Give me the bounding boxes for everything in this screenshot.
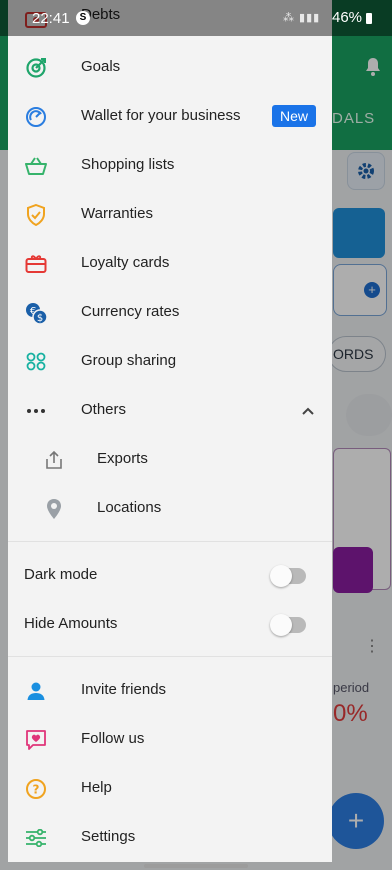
svg-text:?: ? [33,783,40,797]
drawer-item-group-sharing[interactable]: Group sharing [8,338,332,386]
drawer-item-settings[interactable]: Settings [8,814,332,862]
drawer-item-label: Exports [97,450,148,467]
export-icon [42,448,66,472]
drawer-item-currency-rates[interactable]: € $ Currency rates [8,289,332,337]
currency-exchange-icon: € $ [24,301,48,325]
target-icon [24,56,48,80]
shield-check-icon [24,203,48,227]
status-time: 22:41 [32,10,70,27]
svg-text:$: $ [37,313,43,324]
drawer-item-label: Warranties [81,205,153,222]
battery-level: 46% [332,9,363,26]
drawer-item-goals[interactable]: Goals [8,44,332,92]
drawer-item-label: Help [81,779,112,796]
chevron-up-icon[interactable] [298,401,318,421]
signal-icon: ⁂ ▮▮▮ [283,12,321,24]
group-icon [24,350,48,374]
status-bar: 22:41 S ⁂ ▮▮▮ 46% [0,0,392,36]
drawer-item-others[interactable]: Others [8,387,332,435]
location-pin-icon [42,497,66,521]
help-icon: ? [24,777,48,801]
dark-mode-label: Dark mode [24,566,98,583]
person-add-icon [24,679,48,703]
drawer-item-loyalty-cards[interactable]: Loyalty cards [8,240,332,288]
drawer-item-help[interactable]: ? Help [8,765,332,813]
drawer-item-label: Settings [81,828,136,845]
drawer-item-label: Others [81,401,127,418]
drawer-item-wallet-business[interactable]: Wallet for your business New [8,93,332,141]
toggle-knob [270,614,292,636]
navigation-drawer: Debts Goals Wallet for your business New… [8,0,332,862]
gesture-home-bar[interactable] [144,864,248,868]
drawer-item-label: Goals [81,58,121,75]
dark-mode-toggle[interactable] [270,565,306,587]
drawer-item-follow-us[interactable]: Follow us [8,716,332,764]
hide-amounts-toggle[interactable] [270,614,306,636]
drawer-item-warranties[interactable]: Warranties [8,191,332,239]
drawer-subitem-locations[interactable]: Locations [8,485,332,533]
drawer-item-label: Invite friends [81,681,167,698]
drawer-item-label: Loyalty cards [81,254,170,271]
basket-icon [24,154,48,178]
drawer-item-label: Follow us [81,730,145,747]
drawer-item-invite-friends[interactable]: Invite friends [8,667,332,715]
divider [8,656,332,657]
hide-amounts-label: Hide Amounts [24,615,118,632]
dark-mode-row: Dark mode [8,552,332,600]
gauge-icon [24,105,48,129]
heart-message-icon [24,728,48,752]
drawer-item-label: Shopping lists [81,156,175,173]
sliders-icon [24,826,48,850]
drawer-item-label: Locations [97,499,162,516]
gift-card-icon [24,252,48,276]
battery-icon [366,13,372,24]
toggle-knob [270,565,292,587]
new-badge: New [271,105,316,127]
drawer-item-shopping-lists[interactable]: Shopping lists [8,142,332,190]
more-horizontal-icon [24,399,48,423]
app-notification-icon: S [76,11,90,25]
drawer-item-label: Currency rates [81,303,180,320]
divider [8,541,332,542]
drawer-item-label: Group sharing [81,352,177,369]
drawer-subitem-exports[interactable]: Exports [8,436,332,484]
hide-amounts-row: Hide Amounts [8,601,332,649]
drawer-item-label: Wallet for your business [81,107,241,124]
